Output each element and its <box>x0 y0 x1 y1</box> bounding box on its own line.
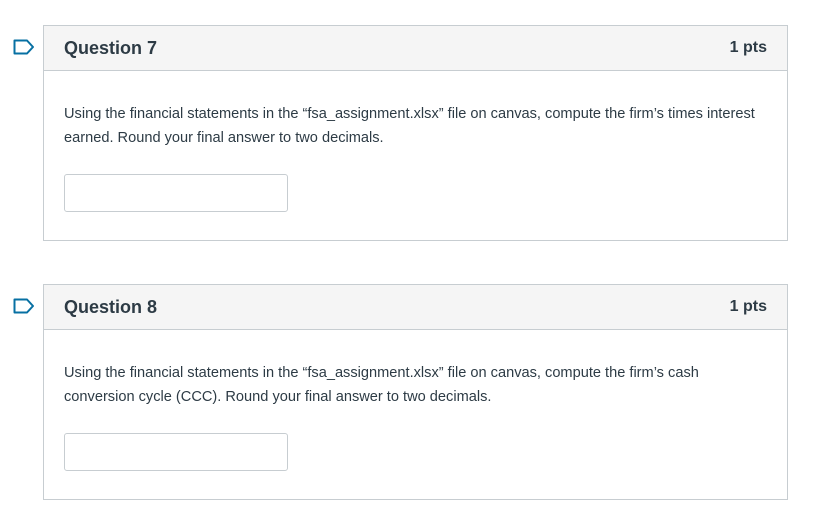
question-header: Question 8 1 pts <box>44 285 787 330</box>
answer-input[interactable] <box>64 433 288 471</box>
question-points: 1 pts <box>729 39 767 56</box>
question-points: 1 pts <box>729 298 767 315</box>
question-body: Using the financial statements in the “f… <box>44 330 787 471</box>
question-text: Using the financial statements in the “f… <box>64 365 699 405</box>
question-body: Using the financial statements in the “f… <box>44 71 787 212</box>
quiz-page: Question 7 1 pts Using the financial sta… <box>0 0 822 525</box>
question-title: Question 7 <box>64 37 158 58</box>
question-7-card: Question 7 1 pts Using the financial sta… <box>13 25 788 241</box>
bookmark-flag-icon[interactable] <box>13 39 35 55</box>
bookmark-flag-icon[interactable] <box>13 298 35 314</box>
answer-input[interactable] <box>64 174 288 212</box>
question-header: Question 7 1 pts <box>44 26 787 71</box>
question-title: Question 8 <box>64 296 158 317</box>
question-8-card: Question 8 1 pts Using the financial sta… <box>13 284 788 500</box>
question-text: Using the financial statements in the “f… <box>64 106 755 146</box>
